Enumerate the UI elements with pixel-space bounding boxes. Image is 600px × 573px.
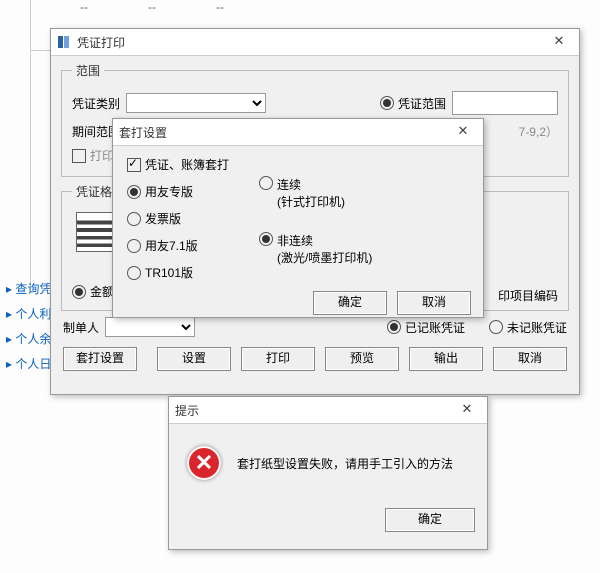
cancel-button[interactable]: 取消 (397, 291, 471, 315)
setup-button[interactable]: 设置 (157, 347, 231, 371)
continuous-radio[interactable]: 连续 (针式打印机) (259, 176, 372, 210)
ok-button[interactable]: 确定 (313, 291, 387, 315)
overlay-settings-button[interactable]: 套打设置 (63, 347, 137, 371)
preview-button[interactable]: 预览 (325, 347, 399, 371)
radio-icon (259, 232, 273, 246)
radio-icon (127, 239, 141, 253)
sidebar-links: ▸ 查询凭 ▸ 个人利 ▸ 个人余 ▸ 个人日 (6, 280, 56, 372)
unposted-radio[interactable]: 未记账凭证 (489, 319, 567, 336)
titlebar: 套打设置 ✕ (113, 119, 483, 146)
window-title: 提示 (175, 402, 447, 419)
tree-line (30, 0, 31, 290)
voucher-type-label: 凭证类别 (72, 95, 120, 112)
voucher-scope-input[interactable] (452, 91, 558, 115)
noncontinuous-radio[interactable]: 非连续 (激光/喷墨打印机) (259, 232, 372, 266)
enable-overlay-checkbox[interactable]: 凭证、账簿套打 (127, 156, 229, 173)
voucher-type-select[interactable] (126, 93, 266, 113)
radio-icon (259, 176, 273, 190)
titlebar: 凭证打印 ✕ (51, 29, 579, 56)
print-item-code-label: 印项目编码 (498, 287, 558, 304)
sidebar-item[interactable]: ▸ 查询凭 (6, 280, 56, 297)
radio-icon (489, 320, 503, 334)
sidebar-item[interactable]: ▸ 个人余 (6, 330, 56, 347)
maker-label: 制单人 (63, 319, 99, 336)
voucher-scope-radio[interactable]: 凭证范围 (380, 95, 446, 112)
sidebar-item[interactable]: ▸ 个人日 (6, 355, 56, 372)
sidebar-item[interactable]: ▸ 个人利 (6, 305, 56, 322)
checkbox-icon (127, 158, 141, 172)
scope-legend: 范围 (72, 62, 104, 79)
print-button[interactable]: 打印 (241, 347, 315, 371)
radio-icon (380, 96, 394, 110)
main-button-row: 套打设置 设置 打印 预览 输出 取消 (51, 341, 579, 381)
error-icon: ✕ (187, 446, 221, 480)
radio-icon (127, 266, 141, 280)
overlay-settings-window: 套打设置 ✕ 凭证、账簿套打 用友专版 发票版 用友7.1版 TR101版 (112, 118, 484, 318)
titlebar: 提示 ✕ (169, 397, 487, 424)
close-icon[interactable]: ✕ (545, 32, 573, 52)
close-icon[interactable]: ✕ (453, 400, 481, 420)
ok-button[interactable]: 确定 (385, 508, 475, 532)
export-button[interactable]: 输出 (409, 347, 483, 371)
window-title: 凭证打印 (77, 34, 539, 51)
radio-icon (127, 185, 141, 199)
template-ufsoft-radio[interactable]: 用友专版 (127, 183, 229, 200)
app-icon (57, 35, 71, 49)
window-title: 套打设置 (119, 124, 443, 141)
template-invoice-radio[interactable]: 发票版 (127, 210, 229, 227)
period-hint: 7-9,2） (519, 123, 558, 140)
background-menu: -- -- -- (0, 0, 600, 20)
checkbox-icon (72, 149, 86, 163)
template-tr101-radio[interactable]: TR101版 (127, 264, 229, 281)
cancel-button[interactable]: 取消 (493, 347, 567, 371)
radio-icon (72, 285, 86, 299)
message-window: 提示 ✕ ✕ 套打纸型设置失败，请用手工引入的方法 确定 (168, 396, 488, 550)
message-text: 套打纸型设置失败，请用手工引入的方法 (237, 455, 453, 472)
template-uf71-radio[interactable]: 用友7.1版 (127, 237, 229, 254)
close-icon[interactable]: ✕ (449, 122, 477, 142)
radio-icon (127, 212, 141, 226)
